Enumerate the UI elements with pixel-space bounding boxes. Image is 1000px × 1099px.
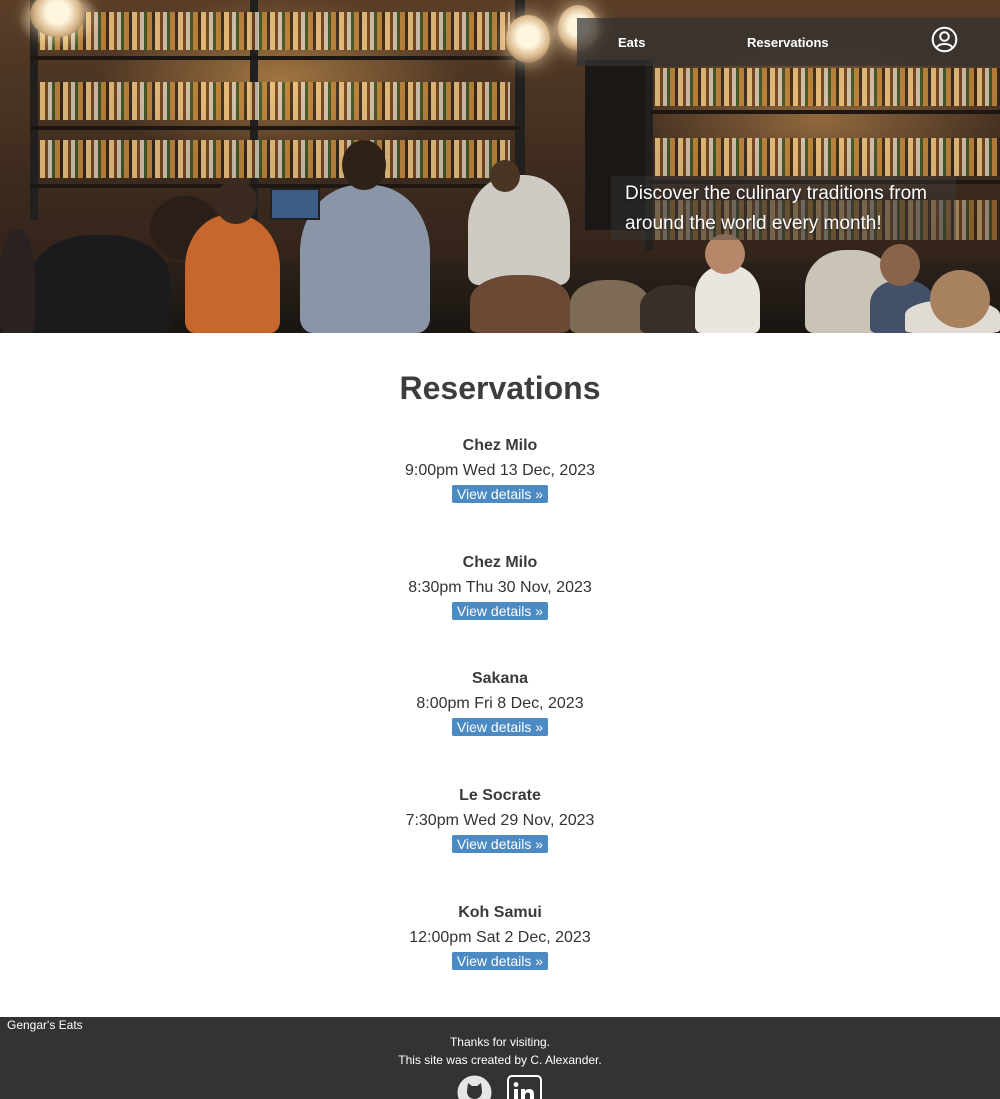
reservation-datetime: 9:00pm Wed 13 Dec, 2023 [404,462,596,479]
reservation-item: Le Socrate 7:30pm Wed 29 Nov, 2023 View … [0,786,1000,854]
view-details-button[interactable]: View details » [451,485,549,503]
reservation-datetime: 8:30pm Thu 30 Nov, 2023 [408,579,592,596]
reservation-datetime: 8:00pm Fri 8 Dec, 2023 [416,695,584,712]
restaurant-name: Le Socrate [459,787,541,804]
view-details-button[interactable]: View details » [451,602,549,620]
restaurant-name: Sakana [471,670,529,687]
footer-brand: Gengar's Eats [7,1018,83,1032]
site-footer: Gengar's Eats Thanks for visiting. This … [0,1017,1000,1099]
restaurant-name: Koh Samui [458,904,542,921]
reservation-item: Chez Milo 9:00pm Wed 13 Dec, 2023 View d… [0,436,1000,504]
nav-reservations-link[interactable]: Reservations [747,35,829,50]
hero-tagline: Discover the culinary traditions from ar… [625,183,927,234]
linkedin-icon[interactable] [507,1075,542,1099]
reservation-item: Chez Milo 8:30pm Thu 30 Nov, 2023 View d… [0,553,1000,621]
reservation-item: Sakana 8:00pm Fri 8 Dec, 2023 View detai… [0,669,1000,737]
view-details-button[interactable]: View details » [451,718,549,736]
view-details-button[interactable]: View details » [451,835,549,853]
user-circle-icon[interactable] [931,26,958,53]
footer-credit: This site was created by C. Alexander. [398,1053,602,1067]
nav-eats-link[interactable]: Eats [618,35,645,50]
page-title: Reservations [399,370,601,406]
reservation-datetime: 12:00pm Sat 2 Dec, 2023 [409,929,591,946]
restaurant-name: Chez Milo [462,437,538,454]
reservation-item: Koh Samui 12:00pm Sat 2 Dec, 2023 View d… [0,903,1000,971]
github-icon[interactable] [457,1075,492,1099]
footer-thanks: Thanks for visiting. [449,1035,551,1049]
view-details-button[interactable]: View details » [451,952,549,970]
reservation-datetime: 7:30pm Wed 29 Nov, 2023 [405,812,595,829]
restaurant-name: Chez Milo [462,554,538,571]
